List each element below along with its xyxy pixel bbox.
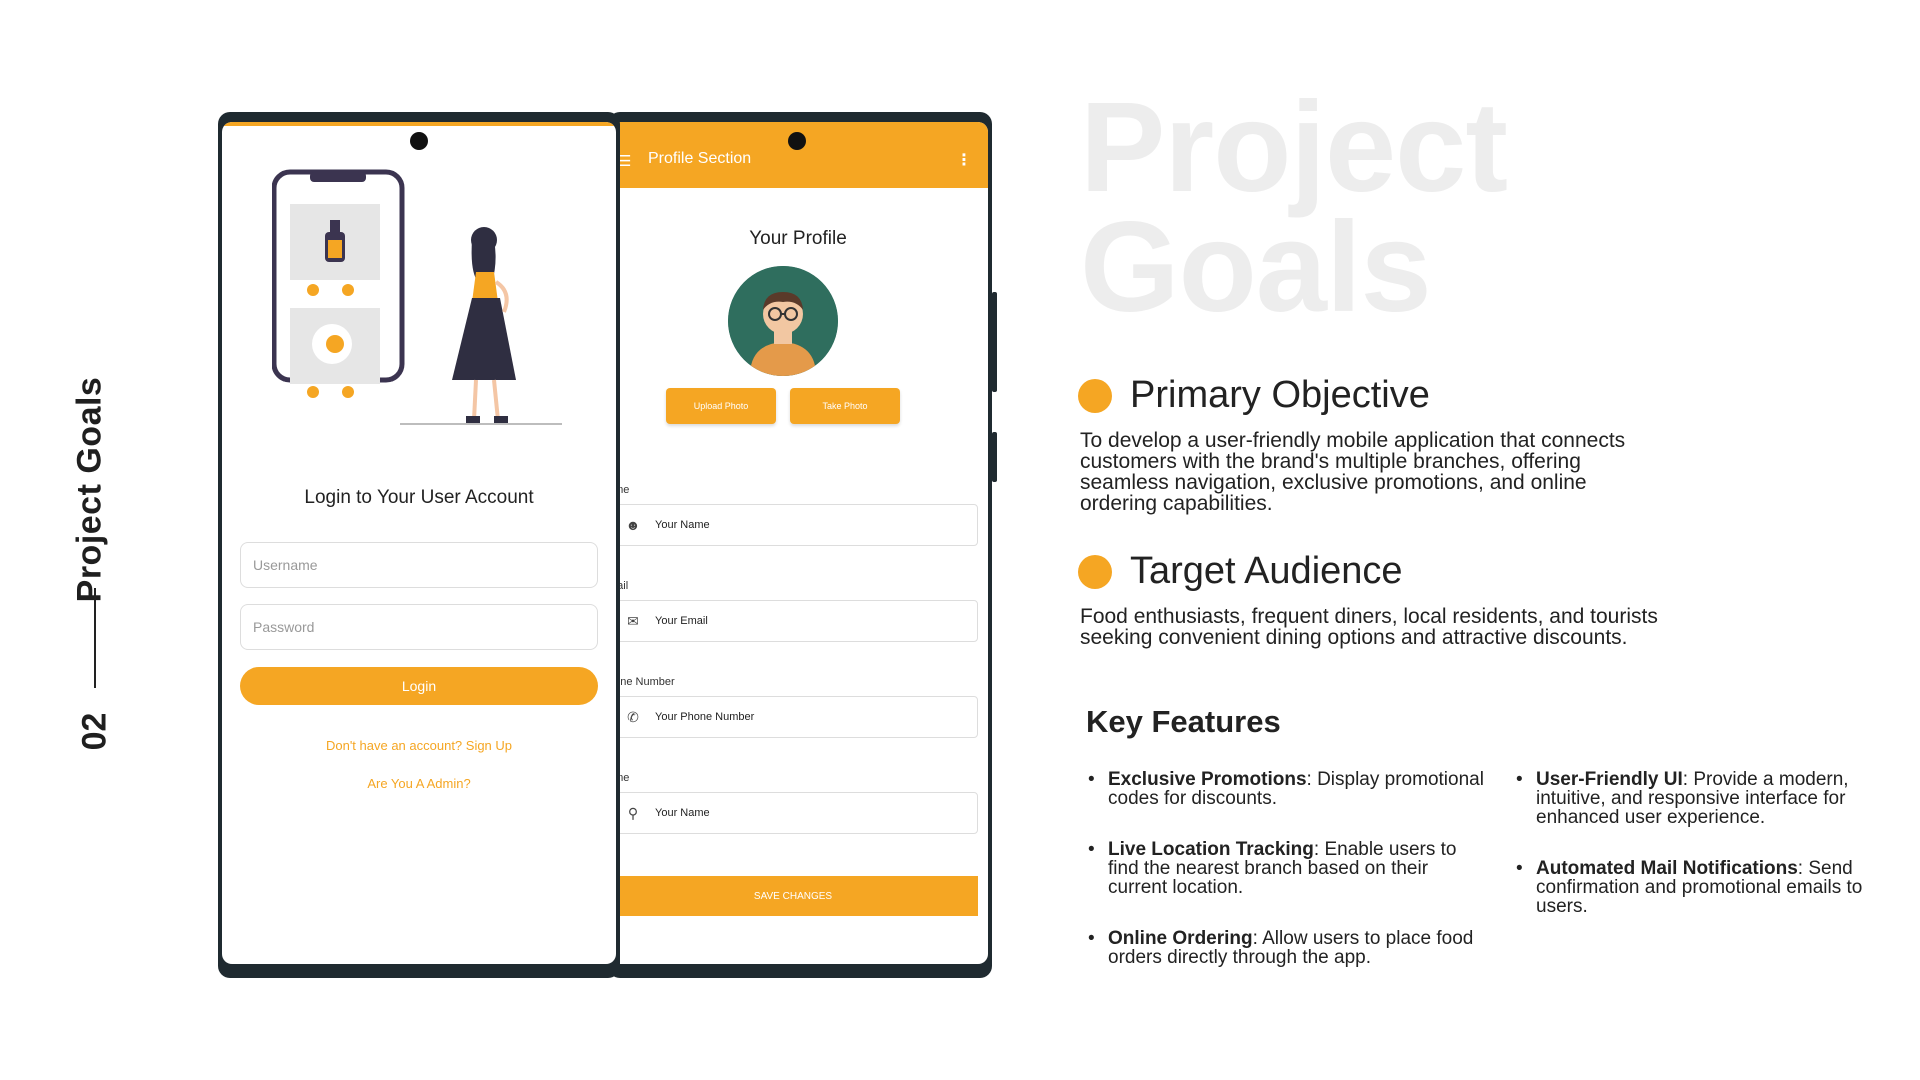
login-screen: Login to Your User Account Username Pass… (222, 122, 616, 964)
avatar[interactable] (728, 266, 838, 376)
login-illustration (272, 169, 562, 425)
phone-icon: ✆ (627, 708, 639, 725)
list-item: User-Friendly UI: Provide a modern, intu… (1514, 770, 1894, 827)
user-icon: ☻ (625, 517, 641, 533)
list-item: Online Ordering: Allow users to place fo… (1086, 929, 1486, 967)
side-divider (94, 588, 96, 688)
location-pin-icon: ⚲ (627, 804, 639, 821)
login-title: Login to Your User Account (304, 487, 534, 508)
password-input[interactable]: Password (240, 604, 598, 650)
camera-icon (788, 132, 806, 150)
profile-screen: ☰ Profile Section ⋮ Your Profile Upload … (608, 122, 988, 964)
email-field-text: Your Email (655, 615, 708, 627)
login-button[interactable]: Login (240, 667, 598, 705)
name-field[interactable]: ☻ Your Name (614, 504, 978, 546)
key-features-title: Key Features (1086, 704, 1281, 739)
side-label: Project Goals 02 (60, 340, 130, 760)
phone-field[interactable]: ✆ Your Phone Number (614, 696, 978, 738)
feature-name: Automated Mail Notifications (1536, 858, 1798, 879)
primary-objective-title: Primary Objective (1130, 374, 1430, 416)
target-audience-text: Food enthusiasts, frequent diners, local… (1080, 605, 1658, 649)
email-field[interactable]: ✉ Your Email (614, 600, 978, 642)
list-item: Exclusive Promotions: Display promotiona… (1086, 770, 1486, 808)
target-audience-title: Target Audience (1130, 550, 1403, 592)
page-title-line-1: Project (1080, 76, 1508, 219)
bullet-dot-icon (1078, 554, 1112, 589)
save-changes-button[interactable]: SAVE CHANGES (608, 876, 978, 916)
camera-icon (410, 132, 428, 150)
feature-name: Live Location Tracking (1108, 839, 1314, 860)
menu-icon[interactable]: ☰ (618, 152, 632, 170)
username-input[interactable]: Username (240, 542, 598, 588)
page-title-line-2: Goals (1080, 196, 1432, 339)
list-item: Live Location Tracking: Enable users to … (1086, 840, 1486, 897)
signup-link[interactable]: Don't have an account? Sign Up (222, 738, 616, 753)
avatar-person-icon (728, 266, 838, 376)
bullet-dot-icon (1078, 378, 1112, 413)
feature-name: User-Friendly UI (1536, 769, 1683, 790)
key-features-left-list: Exclusive Promotions: Display promotiona… (1086, 770, 1486, 967)
phone-field-text: Your Phone Number (655, 711, 755, 723)
profile-phone-mockup: ☰ Profile Section ⋮ Your Profile Upload … (608, 112, 997, 978)
primary-objective-text: To develop a user-friendly mobile applic… (1080, 429, 1626, 515)
more-options-icon[interactable]: ⋮ (956, 150, 972, 170)
upload-photo-button[interactable]: Upload Photo (666, 388, 776, 424)
feature-name: Online Ordering (1108, 928, 1253, 949)
profile-heading: Your Profile (749, 228, 847, 249)
page-title-ghost: Project Goals (1080, 76, 1508, 339)
feature-name: Exclusive Promotions (1108, 769, 1307, 790)
side-button (992, 292, 997, 392)
primary-objective-heading: Primary Objective (1078, 374, 1430, 417)
location-field[interactable]: ⚲ Your Name (614, 792, 978, 834)
appbar-title: Profile Section (648, 150, 752, 167)
login-top-accent (222, 122, 616, 126)
name-field-text: Your Name (655, 519, 710, 531)
side-title: Project Goals (70, 376, 109, 603)
target-audience-heading: Target Audience (1078, 550, 1403, 593)
login-phone-mockup: Login to Your User Account Username Pass… (218, 112, 620, 978)
side-button (992, 432, 997, 482)
mail-icon: ✉ (627, 612, 639, 629)
list-item: Automated Mail Notifications: Send confi… (1514, 859, 1894, 916)
key-features-right-list: User-Friendly UI: Provide a modern, intu… (1514, 770, 1894, 916)
take-photo-button[interactable]: Take Photo (790, 388, 900, 424)
side-number: 02 (75, 712, 114, 751)
admin-link[interactable]: Are You A Admin? (222, 776, 616, 791)
location-field-text: Your Name (655, 807, 710, 819)
